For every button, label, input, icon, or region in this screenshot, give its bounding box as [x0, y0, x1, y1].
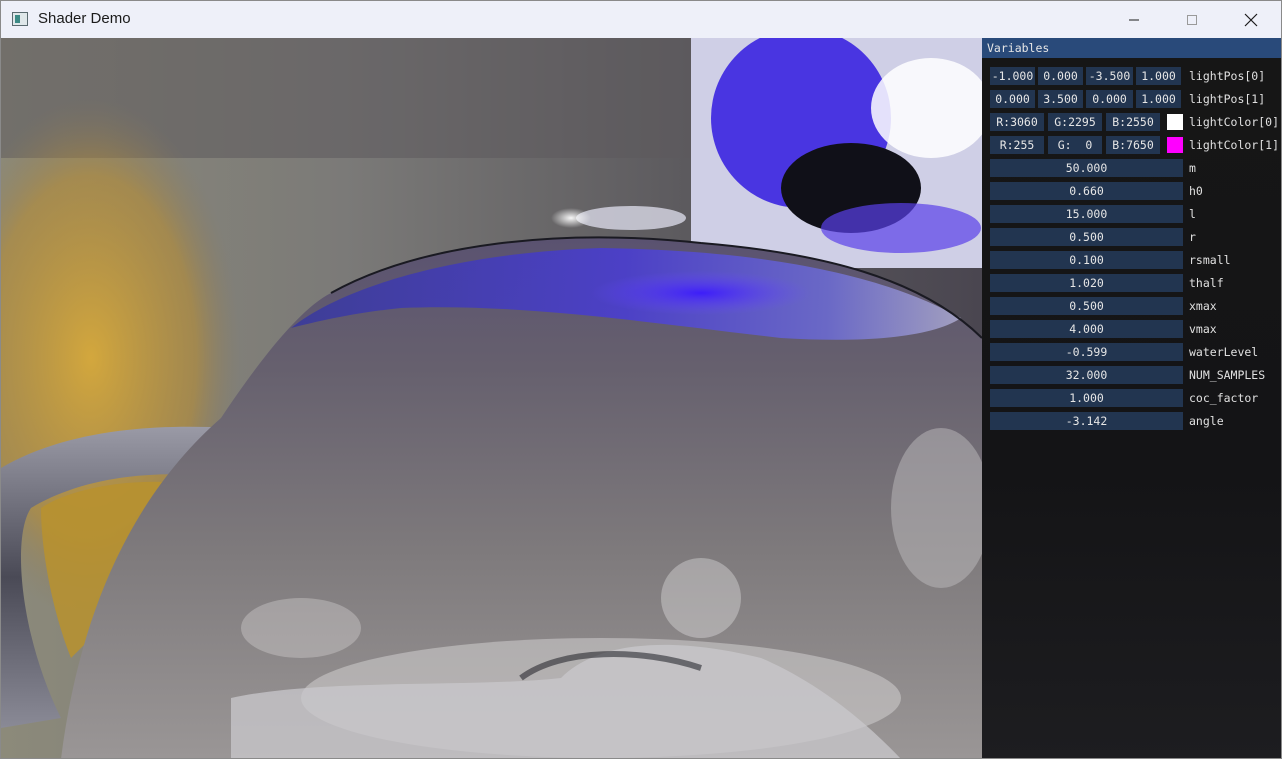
vector-component-field[interactable]: -1.000: [990, 67, 1035, 85]
color-channel-field[interactable]: R:255: [990, 136, 1044, 154]
slider-row-8: -0.599 waterLevel: [990, 343, 1280, 361]
slider-label: angle: [1189, 414, 1224, 428]
slider-row-9: 32.000 NUM_SAMPLES: [990, 366, 1280, 384]
slider-row-3: 0.500 r: [990, 228, 1280, 246]
vector-component-field[interactable]: 0.000: [1038, 67, 1083, 85]
slider-label: r: [1189, 230, 1196, 244]
slider-field[interactable]: -0.599: [990, 343, 1183, 361]
color-swatch[interactable]: [1167, 114, 1183, 130]
maximize-icon: [1187, 14, 1197, 25]
slider-label: xmax: [1189, 299, 1217, 313]
color-channel-field[interactable]: G: 0: [1048, 136, 1102, 154]
slider-label: vmax: [1189, 322, 1217, 336]
minimize-icon: [1129, 19, 1139, 20]
slider-field[interactable]: 4.000: [990, 320, 1183, 338]
app-window: Shader Demo Variables -1.000 0.000 -3.50…: [0, 0, 1282, 759]
render-viewport[interactable]: [1, 38, 982, 758]
slider-row-4: 0.100 rsmall: [990, 251, 1280, 269]
vector-component-field[interactable]: 0.000: [990, 90, 1035, 108]
app-icon: [12, 12, 28, 26]
slider-label: waterLevel: [1189, 345, 1259, 359]
vector-row-label: lightPos[1]: [1189, 92, 1266, 106]
slider-label: m: [1189, 161, 1196, 175]
slider-field[interactable]: 0.660: [990, 182, 1183, 200]
slider-field[interactable]: 32.000: [990, 366, 1183, 384]
slider-field[interactable]: 1.020: [990, 274, 1183, 292]
slider-row-5: 1.020 thalf: [990, 274, 1280, 292]
slider-row-2: 15.000 l: [990, 205, 1280, 223]
slider-field[interactable]: -3.142: [990, 412, 1183, 430]
vector-component-field[interactable]: 1.000: [1136, 90, 1181, 108]
slider-row-10: 1.000 coc_factor: [990, 389, 1280, 407]
slider-label: h0: [1189, 184, 1203, 198]
color-row-1: R:255 G: 0 B:7650 lightColor[1]: [990, 136, 1280, 154]
slider-field[interactable]: 1.000: [990, 389, 1183, 407]
close-button[interactable]: [1222, 1, 1280, 38]
vector-row-0: -1.000 0.000 -3.500 1.000 lightPos[0]: [990, 67, 1280, 85]
slider-label: thalf: [1189, 276, 1224, 290]
slider-row-11: -3.142 angle: [990, 412, 1280, 430]
rendered-teapot-scene: [1, 38, 982, 758]
variables-panel: Variables -1.000 0.000 -3.500 1.000 lightPos…: [982, 38, 1281, 758]
vector-component-field[interactable]: -3.500: [1086, 67, 1133, 85]
slider-row-0: 50.000 m: [990, 159, 1280, 177]
slider-field[interactable]: 0.100: [990, 251, 1183, 269]
maximize-button[interactable]: [1163, 1, 1221, 38]
color-channel-field[interactable]: B:7650: [1106, 136, 1160, 154]
color-channel-field[interactable]: G:2295: [1048, 113, 1102, 131]
color-row-label: lightColor[0]: [1189, 115, 1280, 129]
slider-field[interactable]: 0.500: [990, 228, 1183, 246]
vector-row-label: lightPos[0]: [1189, 69, 1266, 83]
color-channel-field[interactable]: R:3060: [990, 113, 1044, 131]
color-row-0: R:3060 G:2295 B:2550 lightColor[0]: [990, 113, 1280, 131]
window-title: Shader Demo: [38, 10, 131, 27]
slider-field[interactable]: 0.500: [990, 297, 1183, 315]
slider-label: rsmall: [1189, 253, 1231, 267]
close-icon: [1244, 13, 1258, 26]
vector-component-field[interactable]: 1.000: [1136, 67, 1181, 85]
color-row-label: lightColor[1]: [1189, 138, 1280, 152]
slider-row-7: 4.000 vmax: [990, 320, 1280, 338]
slider-label: coc_factor: [1189, 391, 1259, 405]
slider-row-1: 0.660 h0: [990, 182, 1280, 200]
vector-row-1: 0.000 3.500 0.000 1.000 lightPos[1]: [990, 90, 1280, 108]
minimize-button[interactable]: [1105, 1, 1163, 38]
slider-row-6: 0.500 xmax: [990, 297, 1280, 315]
color-swatch[interactable]: [1167, 137, 1183, 153]
variables-panel-title[interactable]: Variables: [982, 38, 1281, 58]
slider-field[interactable]: 50.000: [990, 159, 1183, 177]
slider-label: NUM_SAMPLES: [1189, 368, 1266, 382]
vector-component-field[interactable]: 3.500: [1038, 90, 1083, 108]
title-bar[interactable]: Shader Demo: [1, 1, 1281, 38]
slider-label: l: [1189, 207, 1196, 221]
vector-component-field[interactable]: 0.000: [1086, 90, 1133, 108]
slider-field[interactable]: 15.000: [990, 205, 1183, 223]
color-channel-field[interactable]: B:2550: [1106, 113, 1160, 131]
